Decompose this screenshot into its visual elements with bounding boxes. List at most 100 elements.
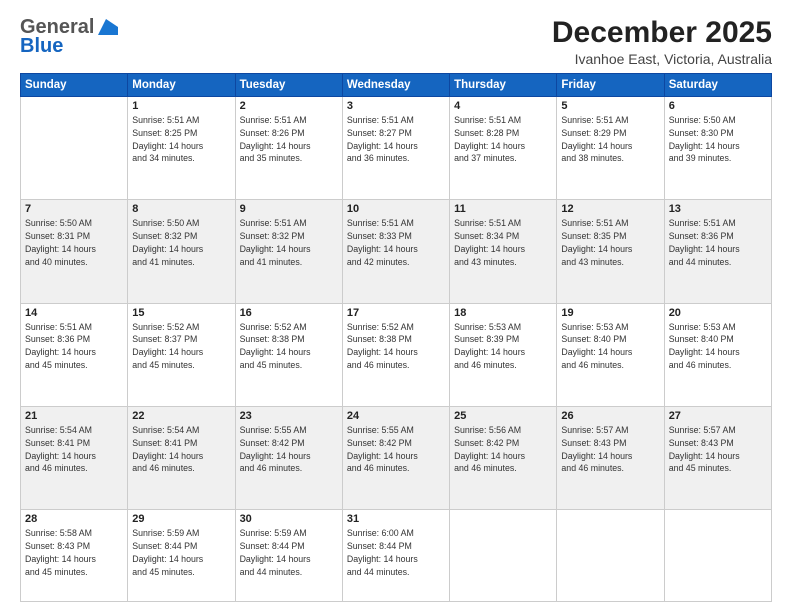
table-row: 2Sunrise: 5:51 AM Sunset: 8:26 PM Daylig… xyxy=(235,97,342,200)
day-number: 6 xyxy=(669,100,767,112)
calendar-week-row: 21 Sunrise: 5:54 AM Sunset: 8:41 PM Dayli… xyxy=(21,407,772,510)
table-row: 31 Sunrise: 6:00 AM Sunset: 8:44 PM Dayli… xyxy=(342,510,449,602)
day-info: Sunrise: 5:51 AM Sunset: 8:29 PM Dayligh… xyxy=(561,114,659,165)
day-info: Sunrise: 5:52 AM Sunset: 8:38 PM Dayligh… xyxy=(347,321,445,372)
table-row: 23 Sunrise: 5:55 AM Sunset: 8:42 PM Dayli… xyxy=(235,407,342,510)
day-info: Sunrise: 5:59 AM Sunset: 8:44 PM Dayligh… xyxy=(132,527,230,578)
table-row: 27 Sunrise: 5:57 AM Sunset: 8:43 PM Dayli… xyxy=(664,407,771,510)
table-row: 4Sunrise: 5:51 AM Sunset: 8:28 PM Daylig… xyxy=(450,97,557,200)
day-number: 4 xyxy=(454,100,552,112)
table-row: 17 Sunrise: 5:52 AM Sunset: 8:38 PM Dayli… xyxy=(342,303,449,406)
table-row: 28 Sunrise: 5:58 AM Sunset: 8:43 PM Dayli… xyxy=(21,510,128,602)
day-number: 30 xyxy=(240,513,338,525)
day-info: Sunrise: 5:50 AM Sunset: 8:31 PM Dayligh… xyxy=(25,217,123,268)
day-info: Sunrise: 5:51 AM Sunset: 8:25 PM Dayligh… xyxy=(132,114,230,165)
table-row: 11Sunrise: 5:51 AM Sunset: 8:34 PM Dayli… xyxy=(450,200,557,303)
day-info: Sunrise: 5:52 AM Sunset: 8:38 PM Dayligh… xyxy=(240,321,338,372)
day-number: 12 xyxy=(561,203,659,215)
table-row xyxy=(450,510,557,602)
table-row: 16 Sunrise: 5:52 AM Sunset: 8:38 PM Dayli… xyxy=(235,303,342,406)
title-block: December 2025 Ivanhoe East, Victoria, Au… xyxy=(552,16,772,67)
day-number: 28 xyxy=(25,513,123,525)
day-number: 9 xyxy=(240,203,338,215)
location: Ivanhoe East, Victoria, Australia xyxy=(552,51,772,67)
day-number: 29 xyxy=(132,513,230,525)
table-row: 1Sunrise: 5:51 AM Sunset: 8:25 PM Daylig… xyxy=(128,97,235,200)
table-row: 9Sunrise: 5:51 AM Sunset: 8:32 PM Daylig… xyxy=(235,200,342,303)
table-row: 22 Sunrise: 5:54 AM Sunset: 8:41 PM Dayli… xyxy=(128,407,235,510)
day-number: 23 xyxy=(240,410,338,422)
day-info: Sunrise: 5:52 AM Sunset: 8:37 PM Dayligh… xyxy=(132,321,230,372)
table-row: 21 Sunrise: 5:54 AM Sunset: 8:41 PM Dayli… xyxy=(21,407,128,510)
day-info: Sunrise: 5:54 AM Sunset: 8:41 PM Dayligh… xyxy=(132,424,230,475)
day-number: 13 xyxy=(669,203,767,215)
day-info: Sunrise: 5:50 AM Sunset: 8:30 PM Dayligh… xyxy=(669,114,767,165)
day-number: 21 xyxy=(25,410,123,422)
calendar-table: Sunday Monday Tuesday Wednesday Thursday… xyxy=(20,73,772,602)
day-number: 5 xyxy=(561,100,659,112)
day-info: Sunrise: 5:57 AM Sunset: 8:43 PM Dayligh… xyxy=(669,424,767,475)
table-row: 7 Sunrise: 5:50 AM Sunset: 8:31 PM Daylig… xyxy=(21,200,128,303)
header: General Blue December 2025 Ivanhoe East,… xyxy=(20,16,772,67)
day-number: 25 xyxy=(454,410,552,422)
day-number: 31 xyxy=(347,513,445,525)
day-info: Sunrise: 5:51 AM Sunset: 8:35 PM Dayligh… xyxy=(561,217,659,268)
month-title: December 2025 xyxy=(552,16,772,49)
logo: General Blue xyxy=(20,16,118,58)
day-info: Sunrise: 5:51 AM Sunset: 8:36 PM Dayligh… xyxy=(25,321,123,372)
table-row: 18 Sunrise: 5:53 AM Sunset: 8:39 PM Dayli… xyxy=(450,303,557,406)
table-row: 8Sunrise: 5:50 AM Sunset: 8:32 PM Daylig… xyxy=(128,200,235,303)
day-number: 10 xyxy=(347,203,445,215)
day-info: Sunrise: 5:53 AM Sunset: 8:40 PM Dayligh… xyxy=(669,321,767,372)
col-monday: Monday xyxy=(128,74,235,97)
col-thursday: Thursday xyxy=(450,74,557,97)
day-info: Sunrise: 5:51 AM Sunset: 8:33 PM Dayligh… xyxy=(347,217,445,268)
calendar-week-row: 7 Sunrise: 5:50 AM Sunset: 8:31 PM Daylig… xyxy=(21,200,772,303)
day-number: 17 xyxy=(347,307,445,319)
table-row: 12 Sunrise: 5:51 AM Sunset: 8:35 PM Dayli… xyxy=(557,200,664,303)
day-number: 16 xyxy=(240,307,338,319)
day-info: Sunrise: 5:57 AM Sunset: 8:43 PM Dayligh… xyxy=(561,424,659,475)
table-row: 19 Sunrise: 5:53 AM Sunset: 8:40 PM Dayli… xyxy=(557,303,664,406)
day-number: 19 xyxy=(561,307,659,319)
day-number: 22 xyxy=(132,410,230,422)
col-sunday: Sunday xyxy=(21,74,128,97)
day-number: 14 xyxy=(25,307,123,319)
day-number: 3 xyxy=(347,100,445,112)
table-row: 29 Sunrise: 5:59 AM Sunset: 8:44 PM Dayli… xyxy=(128,510,235,602)
logo-blue-text: Blue xyxy=(20,35,63,58)
table-row: 24Sunrise: 5:55 AM Sunset: 8:42 PM Dayli… xyxy=(342,407,449,510)
day-number: 8 xyxy=(132,203,230,215)
table-row: 20Sunrise: 5:53 AM Sunset: 8:40 PM Dayli… xyxy=(664,303,771,406)
day-info: Sunrise: 5:53 AM Sunset: 8:40 PM Dayligh… xyxy=(561,321,659,372)
day-info: Sunrise: 5:54 AM Sunset: 8:41 PM Dayligh… xyxy=(25,424,123,475)
col-wednesday: Wednesday xyxy=(342,74,449,97)
calendar-week-row: 14 Sunrise: 5:51 AM Sunset: 8:36 PM Dayli… xyxy=(21,303,772,406)
table-row xyxy=(21,97,128,200)
table-row: 14 Sunrise: 5:51 AM Sunset: 8:36 PM Dayli… xyxy=(21,303,128,406)
day-info: Sunrise: 5:56 AM Sunset: 8:42 PM Dayligh… xyxy=(454,424,552,475)
day-info: Sunrise: 5:51 AM Sunset: 8:34 PM Dayligh… xyxy=(454,217,552,268)
table-row: 5 Sunrise: 5:51 AM Sunset: 8:29 PM Daylig… xyxy=(557,97,664,200)
table-row: 26Sunrise: 5:57 AM Sunset: 8:43 PM Dayli… xyxy=(557,407,664,510)
day-number: 7 xyxy=(25,203,123,215)
col-friday: Friday xyxy=(557,74,664,97)
table-row xyxy=(557,510,664,602)
calendar-week-row: 1Sunrise: 5:51 AM Sunset: 8:25 PM Daylig… xyxy=(21,97,772,200)
table-row: 10 Sunrise: 5:51 AM Sunset: 8:33 PM Dayli… xyxy=(342,200,449,303)
table-row: 25 Sunrise: 5:56 AM Sunset: 8:42 PM Dayli… xyxy=(450,407,557,510)
calendar-header-row: Sunday Monday Tuesday Wednesday Thursday… xyxy=(21,74,772,97)
day-info: Sunrise: 5:51 AM Sunset: 8:36 PM Dayligh… xyxy=(669,217,767,268)
day-info: Sunrise: 6:00 AM Sunset: 8:44 PM Dayligh… xyxy=(347,527,445,578)
table-row xyxy=(664,510,771,602)
day-info: Sunrise: 5:53 AM Sunset: 8:39 PM Dayligh… xyxy=(454,321,552,372)
table-row: 3 Sunrise: 5:51 AM Sunset: 8:27 PM Daylig… xyxy=(342,97,449,200)
page: General Blue December 2025 Ivanhoe East,… xyxy=(0,0,792,612)
day-info: Sunrise: 5:55 AM Sunset: 8:42 PM Dayligh… xyxy=(240,424,338,475)
table-row: 13 Sunrise: 5:51 AM Sunset: 8:36 PM Dayli… xyxy=(664,200,771,303)
calendar-week-row: 28 Sunrise: 5:58 AM Sunset: 8:43 PM Dayli… xyxy=(21,510,772,602)
day-info: Sunrise: 5:58 AM Sunset: 8:43 PM Dayligh… xyxy=(25,527,123,578)
day-info: Sunrise: 5:51 AM Sunset: 8:27 PM Dayligh… xyxy=(347,114,445,165)
day-number: 27 xyxy=(669,410,767,422)
day-number: 18 xyxy=(454,307,552,319)
